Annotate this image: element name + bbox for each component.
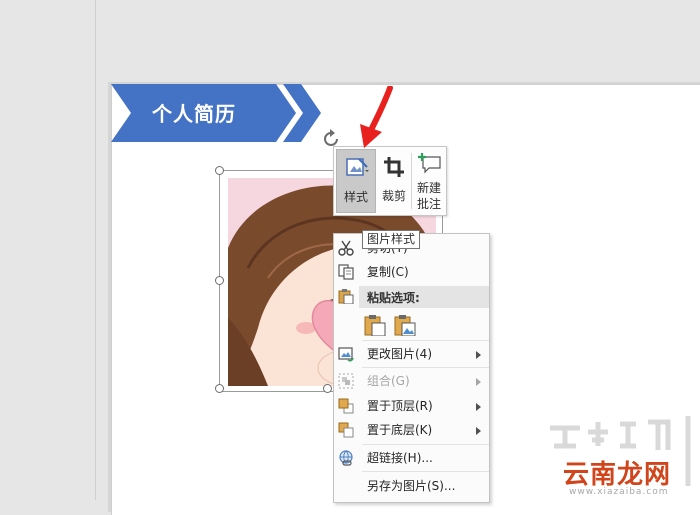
mini-toolbar: 样式 裁剪 新建 批注 xyxy=(333,146,447,216)
menu-item-copy-label: 复制(C) xyxy=(367,265,409,279)
menu-separator xyxy=(362,471,489,472)
menu-item-change-picture-label: 更改图片(4) xyxy=(367,347,432,361)
new-comment-icon xyxy=(418,153,441,174)
menu-item-hyperlink[interactable]: 超链接(H)... xyxy=(334,446,489,470)
bring-to-front-icon xyxy=(338,398,354,414)
menu-separator xyxy=(362,340,489,341)
menu-item-copy[interactable]: 复制(C) xyxy=(334,260,489,284)
menu-item-save-as-picture[interactable]: 另存为图片(S)... xyxy=(334,474,489,498)
copy-icon xyxy=(338,264,354,280)
resize-handle-left-middle[interactable] xyxy=(215,276,224,285)
editor-gutter-line xyxy=(95,0,96,500)
scissors-icon xyxy=(338,240,354,256)
banner-title: 个人简历 xyxy=(152,102,236,126)
menu-item-group[interactable]: 组合(G) xyxy=(334,369,489,393)
menu-separator xyxy=(362,367,489,368)
new-comment-label-line1: 新建 xyxy=(416,181,441,195)
menu-item-change-picture[interactable]: 更改图片(4) xyxy=(334,342,489,366)
paste-options-header-label: 粘贴选项: xyxy=(367,291,420,305)
menu-separator xyxy=(362,444,489,445)
resize-handle-top-left[interactable] xyxy=(215,166,224,175)
paste-options-header: 粘贴选项: xyxy=(359,286,489,308)
menu-item-group-label: 组合(G) xyxy=(367,374,410,388)
paste-keep-source-icon[interactable] xyxy=(364,314,386,336)
context-menu: 剪切(T) 复制(C) 粘贴选项: 更改图 xyxy=(333,233,490,503)
menu-item-hyperlink-label: 超链接(H)... xyxy=(367,451,433,465)
submenu-arrow-icon xyxy=(476,427,481,435)
picture-style-tooltip: 图片样式 xyxy=(362,230,421,249)
menu-item-bring-to-front[interactable]: 置于顶层(R) xyxy=(334,394,489,418)
submenu-arrow-icon xyxy=(476,403,481,411)
submenu-arrow-icon xyxy=(476,351,481,359)
watermark-brand: 云南龙网 xyxy=(563,460,672,490)
change-picture-icon xyxy=(338,347,354,362)
picture-style-button[interactable]: 样式 xyxy=(336,149,376,213)
group-icon xyxy=(338,373,354,389)
resize-handle-bottom-left[interactable] xyxy=(215,384,224,393)
mini-toolbar-separator xyxy=(411,153,412,209)
new-comment-label-line2: 批注 xyxy=(416,197,441,211)
menu-item-bring-to-front-label: 置于顶层(R) xyxy=(367,399,433,413)
paste-as-picture-icon[interactable] xyxy=(394,314,416,336)
picture-style-label: 样式 xyxy=(343,190,368,204)
new-comment-button[interactable]: 新建 批注 xyxy=(413,149,445,213)
submenu-arrow-icon xyxy=(476,378,481,386)
resize-handle-bottom-middle[interactable] xyxy=(323,384,332,393)
hyperlink-icon xyxy=(339,450,353,466)
crop-label: 裁剪 xyxy=(381,189,406,203)
watermark-site: www.xiazaiba.com xyxy=(569,487,669,497)
menu-item-send-to-back-label: 置于底层(K) xyxy=(367,423,433,437)
menu-item-send-to-back[interactable]: 置于底层(K) xyxy=(334,418,489,442)
red-pointer-arrow-icon xyxy=(360,86,393,148)
crop-button[interactable]: 裁剪 xyxy=(378,149,410,213)
crop-icon xyxy=(384,157,404,177)
clipboard-icon xyxy=(338,289,354,304)
menu-item-save-as-picture-label: 另存为图片(S)... xyxy=(367,479,456,493)
send-to-back-icon xyxy=(338,422,354,438)
picture-style-icon xyxy=(346,158,369,176)
